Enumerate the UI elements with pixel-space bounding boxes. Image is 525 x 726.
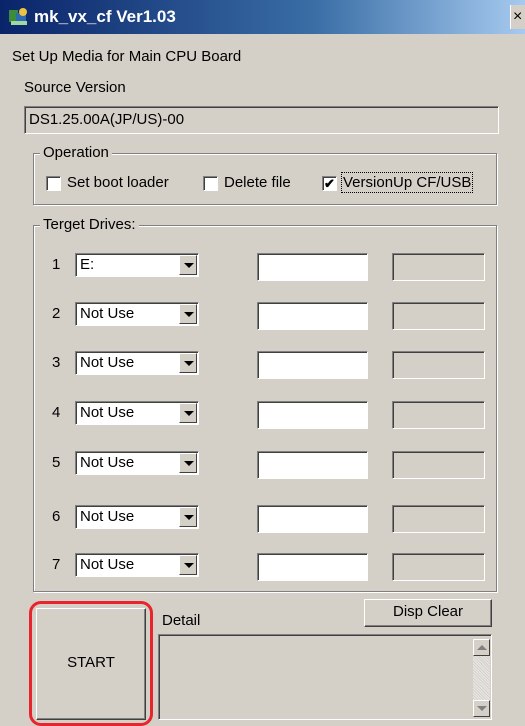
- versionup-label: VersionUp CF/USB: [340, 172, 474, 193]
- drive-number-3: 3: [52, 354, 61, 371]
- delete-file-checkbox[interactable]: [203, 176, 218, 191]
- scroll-track[interactable]: [473, 656, 490, 700]
- drive-status-field-1: [392, 253, 485, 281]
- drive-input-1[interactable]: [257, 253, 368, 281]
- disp-clear-button[interactable]: Disp Clear: [364, 599, 492, 627]
- drive-select-6[interactable]: Not Use: [75, 505, 199, 529]
- set-boot-loader-checkbox[interactable]: [46, 176, 61, 191]
- drive-select-4[interactable]: Not Use: [75, 401, 199, 425]
- drive-status-field-5: [392, 451, 485, 479]
- drive-status-field-3: [392, 351, 485, 379]
- set-boot-loader-label: Set boot loader: [67, 174, 169, 191]
- window-title: mk_vx_cf Ver1.03: [34, 7, 176, 26]
- drive-input-4[interactable]: [257, 401, 368, 429]
- drive-input-6[interactable]: [257, 505, 368, 533]
- drive-number-4: 4: [52, 404, 61, 421]
- operation-group-label: Operation: [40, 144, 112, 161]
- drive-select-value: Not Use: [80, 454, 135, 471]
- drive-input-7[interactable]: [257, 553, 368, 581]
- drive-number-1: 1: [52, 256, 61, 273]
- chevron-down-icon[interactable]: [179, 255, 197, 275]
- chevron-down-icon[interactable]: [179, 507, 197, 527]
- chevron-down-icon[interactable]: [179, 555, 197, 575]
- drive-select-value: E:: [80, 256, 95, 273]
- scroll-up-arrow[interactable]: [473, 639, 490, 656]
- scroll-down-arrow[interactable]: [473, 700, 490, 717]
- drive-select-2[interactable]: Not Use: [75, 302, 199, 326]
- app-icon: [9, 8, 27, 25]
- drive-input-5[interactable]: [257, 451, 368, 479]
- check-mark-icon: ✔: [324, 176, 335, 191]
- source-version-field: DS1.25.00A(JP/US)-00: [24, 106, 499, 134]
- drive-select-7[interactable]: Not Use: [75, 553, 199, 577]
- page-heading: Set Up Media for Main CPU Board: [12, 48, 242, 65]
- drive-status-field-7: [392, 553, 485, 581]
- app-window: mk_vx_cf Ver1.03 × Set Up Media for Main…: [0, 0, 525, 726]
- chevron-down-icon[interactable]: [179, 353, 197, 373]
- drive-input-2[interactable]: [257, 302, 368, 330]
- drive-number-2: 2: [52, 305, 61, 322]
- delete-file-label: Delete file: [224, 174, 291, 191]
- drive-select-value: Not Use: [80, 404, 135, 421]
- target-drives-group-label: Terget Drives:: [40, 216, 139, 233]
- drive-select-1[interactable]: E:: [75, 253, 199, 277]
- versionup-checkbox[interactable]: ✔: [322, 176, 337, 191]
- drive-select-value: Not Use: [80, 354, 135, 371]
- source-version-value: DS1.25.00A(JP/US)-00: [29, 111, 185, 128]
- drive-input-3[interactable]: [257, 351, 368, 379]
- start-highlight-annotation: [29, 601, 153, 726]
- drive-status-field-2: [392, 302, 485, 330]
- drive-select-5[interactable]: Not Use: [75, 451, 199, 475]
- drive-select-3[interactable]: Not Use: [75, 351, 199, 375]
- drive-select-value: Not Use: [80, 556, 135, 573]
- drive-select-value: Not Use: [80, 305, 135, 322]
- chevron-down-icon[interactable]: [179, 304, 197, 324]
- chevron-down-icon[interactable]: [179, 403, 197, 423]
- chevron-down-icon[interactable]: [179, 453, 197, 473]
- drive-number-7: 7: [52, 556, 61, 573]
- drive-status-field-4: [392, 401, 485, 429]
- drive-number-5: 5: [52, 454, 61, 471]
- source-version-label: Source Version: [24, 79, 126, 96]
- title-bar[interactable]: mk_vx_cf Ver1.03 ×: [0, 0, 525, 34]
- detail-label: Detail: [162, 612, 201, 629]
- close-button[interactable]: ×: [510, 5, 525, 29]
- detail-textarea[interactable]: [158, 634, 492, 720]
- drive-select-value: Not Use: [80, 508, 135, 525]
- drive-status-field-6: [392, 505, 485, 533]
- drive-number-6: 6: [52, 508, 61, 525]
- disp-clear-label: Disp Clear: [392, 603, 464, 620]
